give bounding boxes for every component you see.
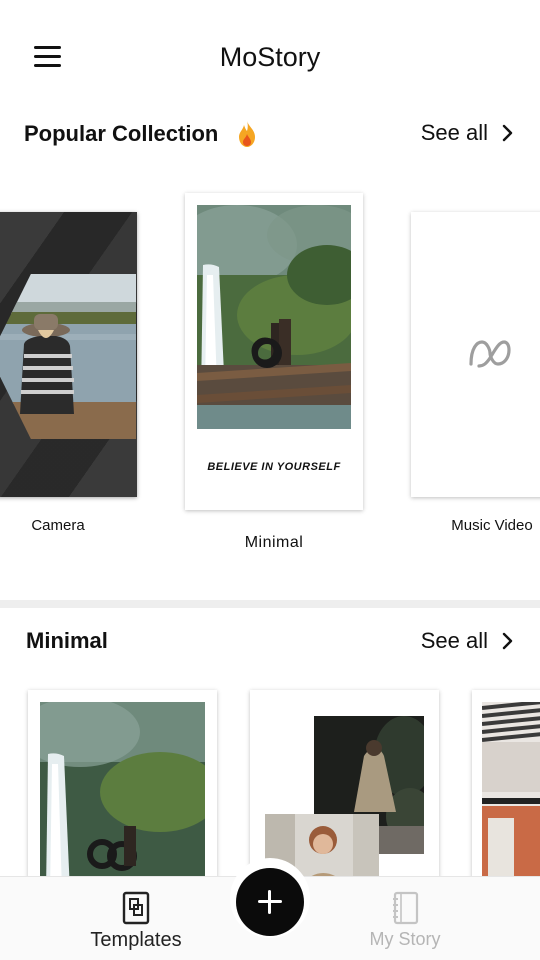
minimal-template-card-1[interactable] xyxy=(28,690,217,876)
architecture-image xyxy=(482,702,540,876)
waterfall-image xyxy=(40,702,205,876)
notebook-icon xyxy=(393,891,419,925)
minimal-template-card-2[interactable] xyxy=(250,690,439,876)
nav-tab-templates[interactable]: Templates xyxy=(66,891,206,952)
plus-icon-vertical xyxy=(268,890,271,914)
create-story-button[interactable] xyxy=(236,868,304,936)
minimal-template-card-3[interactable] xyxy=(472,690,540,876)
templates-tab-label: Templates xyxy=(90,929,182,951)
my-story-tab-label: My Story xyxy=(369,929,441,949)
nav-tab-my-story[interactable]: My Story xyxy=(335,891,475,950)
minimal-carousel[interactable] xyxy=(0,0,540,876)
templates-icon xyxy=(122,891,150,925)
